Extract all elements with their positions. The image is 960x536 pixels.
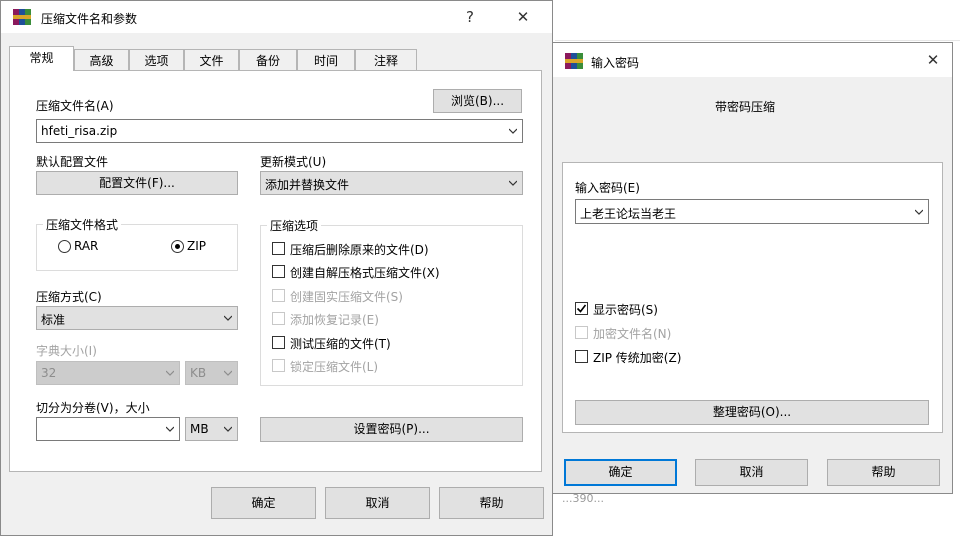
winrar-app-icon xyxy=(13,9,31,25)
tab-options[interactable]: 选项 xyxy=(129,49,184,71)
tab-time[interactable]: 时间 xyxy=(297,49,355,71)
split-unit-select[interactable]: MB xyxy=(185,417,238,441)
close-button[interactable]: ✕ xyxy=(509,5,537,29)
format-zip-label[interactable]: ZIP xyxy=(187,239,206,253)
tab-files[interactable]: 文件 xyxy=(184,49,239,71)
profiles-button[interactable]: 配置文件(F)... xyxy=(36,171,238,195)
option-recovery-label: 添加恢复记录(E) xyxy=(290,313,379,327)
tab-advanced[interactable]: 高级 xyxy=(74,49,129,71)
option-recovery-checkbox xyxy=(272,312,285,325)
archive-name-value: hfeti_risa.zip xyxy=(41,124,118,138)
option-delete-files-label[interactable]: 压缩后删除原来的文件(D) xyxy=(290,241,429,258)
help-button[interactable]: 帮助 xyxy=(439,487,544,519)
tab-general[interactable]: 常规 xyxy=(9,46,74,71)
password-dialog: 输入密码 ✕ 带密码压缩 输入密码(E) 上老王论坛当老王 显示密码(S) 加密… xyxy=(552,42,953,494)
browse-button[interactable]: 浏览(B)... xyxy=(433,89,522,113)
archive-options-label: 压缩选项 xyxy=(267,217,322,234)
chevron-down-icon xyxy=(224,370,232,376)
zip-legacy-encryption-checkbox[interactable] xyxy=(575,350,588,363)
chevron-down-icon xyxy=(915,209,923,215)
password-ok-button[interactable]: 确定 xyxy=(564,459,677,486)
option-solid-checkbox xyxy=(272,289,285,302)
password-heading: 带密码压缩 xyxy=(715,100,776,114)
option-delete-files-checkbox[interactable] xyxy=(272,242,285,255)
default-profile-label: 默认配置文件 xyxy=(36,155,109,169)
dictionary-size-label: 字典大小(I) xyxy=(36,344,97,358)
format-rar-radio[interactable] xyxy=(58,240,71,253)
chevron-down-icon xyxy=(166,426,174,432)
password-cancel-button[interactable]: 取消 xyxy=(695,459,808,486)
show-password-checkbox[interactable] xyxy=(575,302,588,315)
chevron-down-icon xyxy=(224,426,232,432)
compression-method-value: 标准 xyxy=(41,313,66,327)
format-rar-label[interactable]: RAR xyxy=(74,239,98,253)
update-mode-value: 添加并替换文件 xyxy=(265,178,350,192)
split-volumes-input[interactable] xyxy=(36,417,180,441)
archive-name-dialog: 压缩文件名和参数 ? ✕ 常规 高级 选项 文件 备份 时间 注释 压缩文件名(… xyxy=(0,0,553,536)
option-test-checkbox[interactable] xyxy=(272,336,285,349)
option-solid-label: 创建固实压缩文件(S) xyxy=(290,290,403,304)
dictionary-unit-select: KB xyxy=(185,361,238,385)
chevron-down-icon xyxy=(166,370,174,376)
password-input-label: 输入密码(E) xyxy=(575,181,640,195)
chevron-down-icon xyxy=(224,315,232,321)
ok-button[interactable]: 确定 xyxy=(211,487,316,519)
help-question-button[interactable]: ? xyxy=(456,5,484,29)
password-help-button[interactable]: 帮助 xyxy=(827,459,940,486)
format-zip-radio[interactable] xyxy=(171,240,184,253)
set-password-button[interactable]: 设置密码(P)... xyxy=(260,417,523,442)
split-unit-value: MB xyxy=(190,422,209,436)
password-close-button[interactable]: ✕ xyxy=(919,48,947,72)
zip-legacy-encryption-label[interactable]: ZIP 传统加密(Z) xyxy=(593,349,681,366)
option-test-label[interactable]: 测试压缩的文件(T) xyxy=(290,335,391,352)
option-lock-label: 锁定压缩文件(L) xyxy=(290,360,379,374)
cancel-button[interactable]: 取消 xyxy=(325,487,430,519)
compression-method-label: 压缩方式(C) xyxy=(36,290,102,304)
password-title-bar: 输入密码 ✕ xyxy=(553,43,952,77)
split-volumes-label: 切分为分卷(V)，大小 xyxy=(36,401,150,415)
update-mode-label: 更新模式(U) xyxy=(260,155,327,169)
tab-comment[interactable]: 注释 xyxy=(355,49,417,71)
dictionary-unit-value: KB xyxy=(190,366,207,380)
background-divider xyxy=(555,40,960,41)
option-sfx-label[interactable]: 创建自解压格式压缩文件(X) xyxy=(290,264,440,281)
dictionary-size-select: 32 xyxy=(36,361,180,385)
tab-backup[interactable]: 备份 xyxy=(239,49,297,71)
show-password-label[interactable]: 显示密码(S) xyxy=(593,301,658,318)
winrar-app-icon xyxy=(565,53,583,69)
password-input-value: 上老王论坛当老王 xyxy=(580,207,677,221)
title-bar: 压缩文件名和参数 ? ✕ xyxy=(1,1,552,33)
window-title: 压缩文件名和参数 xyxy=(41,12,138,26)
option-lock-checkbox xyxy=(272,359,285,372)
dictionary-size-value: 32 xyxy=(41,366,57,380)
organize-passwords-button[interactable]: 整理密码(O)... xyxy=(575,400,929,425)
checkmark-icon xyxy=(576,304,587,313)
archive-name-label: 压缩文件名(A) xyxy=(36,99,114,113)
update-mode-select[interactable]: 添加并替换文件 xyxy=(260,171,523,195)
chevron-down-icon xyxy=(509,180,517,186)
option-sfx-checkbox[interactable] xyxy=(272,265,285,278)
encrypt-filenames-label: 加密文件名(N) xyxy=(593,327,672,341)
password-window-title: 输入密码 xyxy=(591,56,640,70)
archive-name-input[interactable]: hfeti_risa.zip xyxy=(36,119,523,143)
compression-method-select[interactable]: 标准 xyxy=(36,306,238,330)
encrypt-filenames-checkbox xyxy=(575,326,588,339)
password-input[interactable]: 上老王论坛当老王 xyxy=(575,199,929,224)
archive-format-label: 压缩文件格式 xyxy=(43,216,122,233)
chevron-down-icon xyxy=(509,128,517,134)
